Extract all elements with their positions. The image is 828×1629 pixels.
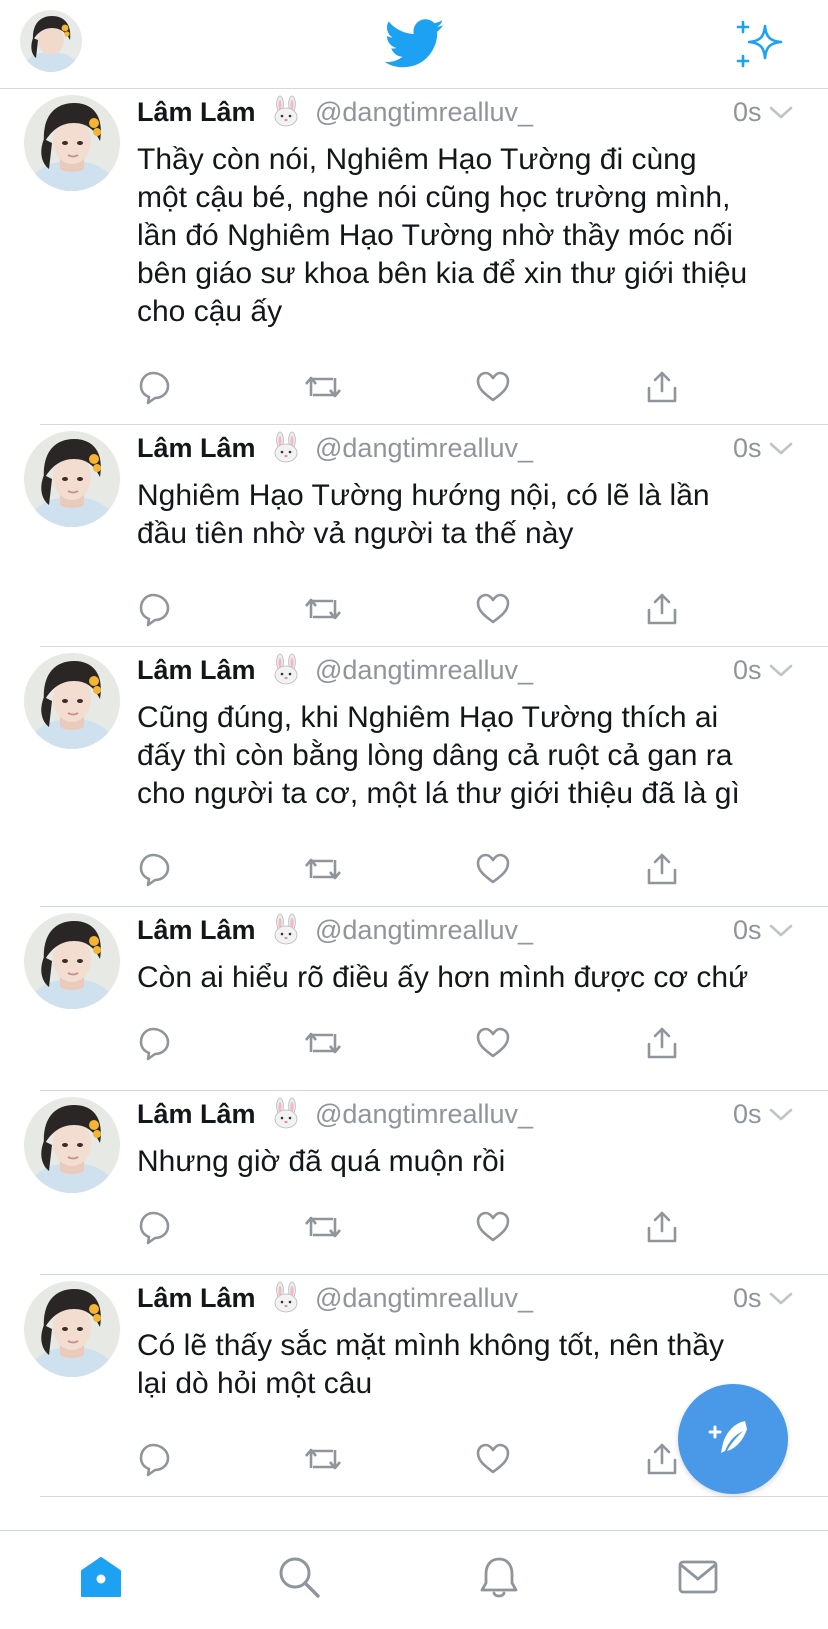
reply-icon[interactable] [138, 369, 174, 405]
tweet-timestamp: 0s [733, 433, 762, 463]
reply-icon[interactable] [138, 1025, 174, 1061]
author-handle[interactable]: @dangtimrealluv_ [315, 915, 533, 946]
tweet-timestamp: 0s [733, 1283, 762, 1313]
tweet-text: Cũng đúng, khi Nghiêm Hạo Tường thích ai… [137, 699, 805, 813]
compose-tweet-button[interactable] [678, 1384, 788, 1494]
author-avatar[interactable] [24, 95, 120, 191]
tweet-text-line: Có lẽ thấy sắc mặt mình không tốt, nên t… [137, 1329, 724, 1362]
like-icon[interactable] [475, 591, 511, 627]
author-handle[interactable]: @dangtimrealluv_ [315, 1283, 533, 1314]
author-name[interactable]: Lâm Lâm [137, 433, 256, 464]
author-avatar[interactable] [24, 1281, 120, 1377]
retweet-icon[interactable] [305, 591, 341, 627]
tweet-text-line: Còn ai hiểu rõ điều ấy hơn mình được cơ … [137, 961, 749, 994]
retweet-icon[interactable] [305, 1441, 341, 1477]
tweet-text-line: Nhưng giờ đã quá muộn rồi [137, 1145, 506, 1178]
rabbit-emoji-icon [274, 1281, 298, 1313]
chevron-down-icon[interactable] [768, 923, 794, 939]
tweet-text-line: cho cậu ấy [137, 295, 283, 328]
like-icon[interactable] [475, 369, 511, 405]
tweet-text: Còn ai hiểu rõ điều ấy hơn mình được cơ … [137, 959, 805, 997]
author-avatar[interactable] [24, 913, 120, 1009]
tweet-timeline: Lâm Lâm @dangtimrealluv_ 0s Thầy còn nói, N… [0, 89, 828, 1497]
bottom-tab-bar [0, 1530, 828, 1629]
retweet-icon[interactable] [305, 851, 341, 887]
chevron-down-icon[interactable] [768, 1291, 794, 1307]
share-icon[interactable] [644, 1025, 680, 1061]
share-icon[interactable] [644, 1209, 680, 1245]
home-icon[interactable] [79, 1555, 123, 1599]
author-avatar[interactable] [24, 1097, 120, 1193]
retweet-icon[interactable] [305, 1209, 341, 1245]
messages-icon[interactable] [676, 1555, 720, 1599]
author-name[interactable]: Lâm Lâm [137, 1283, 256, 1314]
like-icon[interactable] [475, 1025, 511, 1061]
notifications-icon[interactable] [477, 1555, 521, 1599]
tweet-text-line: bên giáo sư khoa bên kia để xin thư giới… [137, 257, 748, 290]
tweet-text-line: đấy thì còn bằng lòng dâng cả ruột cả ga… [137, 739, 733, 772]
author-handle[interactable]: @dangtimrealluv_ [315, 97, 533, 128]
compose-tweet-icon [708, 1421, 747, 1453]
author-name[interactable]: Lâm Lâm [137, 1099, 256, 1130]
profile-avatar[interactable] [20, 10, 82, 72]
reply-icon[interactable] [138, 591, 174, 627]
tweet-text: Nhưng giờ đã quá muộn rồi [137, 1143, 805, 1181]
rabbit-emoji-icon [274, 913, 298, 945]
tweet-text-line: Cũng đúng, khi Nghiêm Hạo Tường thích ai [137, 701, 719, 734]
share-icon[interactable] [644, 369, 680, 405]
author-handle[interactable]: @dangtimrealluv_ [315, 1099, 533, 1130]
chevron-down-icon[interactable] [768, 441, 794, 457]
reply-icon[interactable] [138, 1441, 174, 1477]
retweet-icon[interactable] [305, 369, 341, 405]
reply-icon[interactable] [138, 851, 174, 887]
tweet-timestamp: 0s [733, 1099, 762, 1129]
like-icon[interactable] [475, 851, 511, 887]
author-name[interactable]: Lâm Lâm [137, 655, 256, 686]
rabbit-emoji-icon [274, 431, 298, 463]
like-icon[interactable] [475, 1209, 511, 1245]
reply-icon[interactable] [138, 1209, 174, 1245]
author-avatar[interactable] [24, 653, 120, 749]
top-nav-bar [0, 0, 828, 89]
author-name[interactable]: Lâm Lâm [137, 97, 256, 128]
tweet-timestamp: 0s [733, 655, 762, 685]
chevron-down-icon[interactable] [768, 105, 794, 121]
tweet-text: Nghiêm Hạo Tường hướng nội, có lẽ là lần… [137, 477, 805, 553]
tweet-text-line: Thầy còn nói, Nghiêm Hạo Tường đi cùng [137, 143, 697, 176]
author-avatar[interactable] [24, 431, 120, 527]
author-handle[interactable]: @dangtimrealluv_ [315, 433, 533, 464]
tweet[interactable]: Lâm Lâm @dangtimrealluv_ 0s Nghiêm Hạo Tườn… [0, 425, 828, 647]
twitter-bird-icon[interactable] [385, 18, 445, 70]
tweet[interactable]: Lâm Lâm @dangtimrealluv_ 0s Cũng đúng, khi … [0, 647, 828, 907]
tweet[interactable]: Lâm Lâm @dangtimrealluv_ 0s Nhưng giờ đã qu… [0, 1091, 828, 1275]
chevron-down-icon[interactable] [768, 1107, 794, 1123]
rabbit-emoji-icon [274, 1097, 298, 1129]
tweet-timestamp: 0s [733, 97, 762, 127]
like-icon[interactable] [475, 1441, 511, 1477]
retweet-icon[interactable] [305, 1025, 341, 1061]
sparkle-icon[interactable] [735, 20, 787, 70]
rabbit-emoji-icon [274, 95, 298, 127]
tweet-text-line: đầu tiên nhờ vả người ta thế này [137, 517, 574, 550]
tweet-timestamp: 0s [733, 915, 762, 945]
author-name[interactable]: Lâm Lâm [137, 915, 256, 946]
share-icon[interactable] [644, 1441, 680, 1477]
tweet[interactable]: Lâm Lâm @dangtimrealluv_ 0s Thầy còn nói, N… [0, 89, 828, 425]
tweet-text-line: Nghiêm Hạo Tường hướng nội, có lẽ là lần [137, 479, 710, 512]
tweet-text-line: lần đó Nghiêm Hạo Tường nhờ thầy móc nối [137, 219, 733, 252]
tweet-text-line: một cậu bé, nghe nói cũng học trường mìn… [137, 181, 731, 214]
tweet-divider [40, 1496, 828, 1497]
tweet-text: Thầy còn nói, Nghiêm Hạo Tường đi cùng mộ… [137, 141, 805, 331]
author-handle[interactable]: @dangtimrealluv_ [315, 655, 533, 686]
chevron-down-icon[interactable] [768, 663, 794, 679]
search-icon[interactable] [277, 1555, 321, 1599]
share-icon[interactable] [644, 591, 680, 627]
rabbit-emoji-icon [274, 653, 298, 685]
tweet-text-line: cho người ta cơ, một lá thư giới thiệu đ… [137, 777, 740, 810]
tweet[interactable]: Lâm Lâm @dangtimrealluv_ 0s Còn ai hiểu rõ … [0, 907, 828, 1091]
share-icon[interactable] [644, 851, 680, 887]
